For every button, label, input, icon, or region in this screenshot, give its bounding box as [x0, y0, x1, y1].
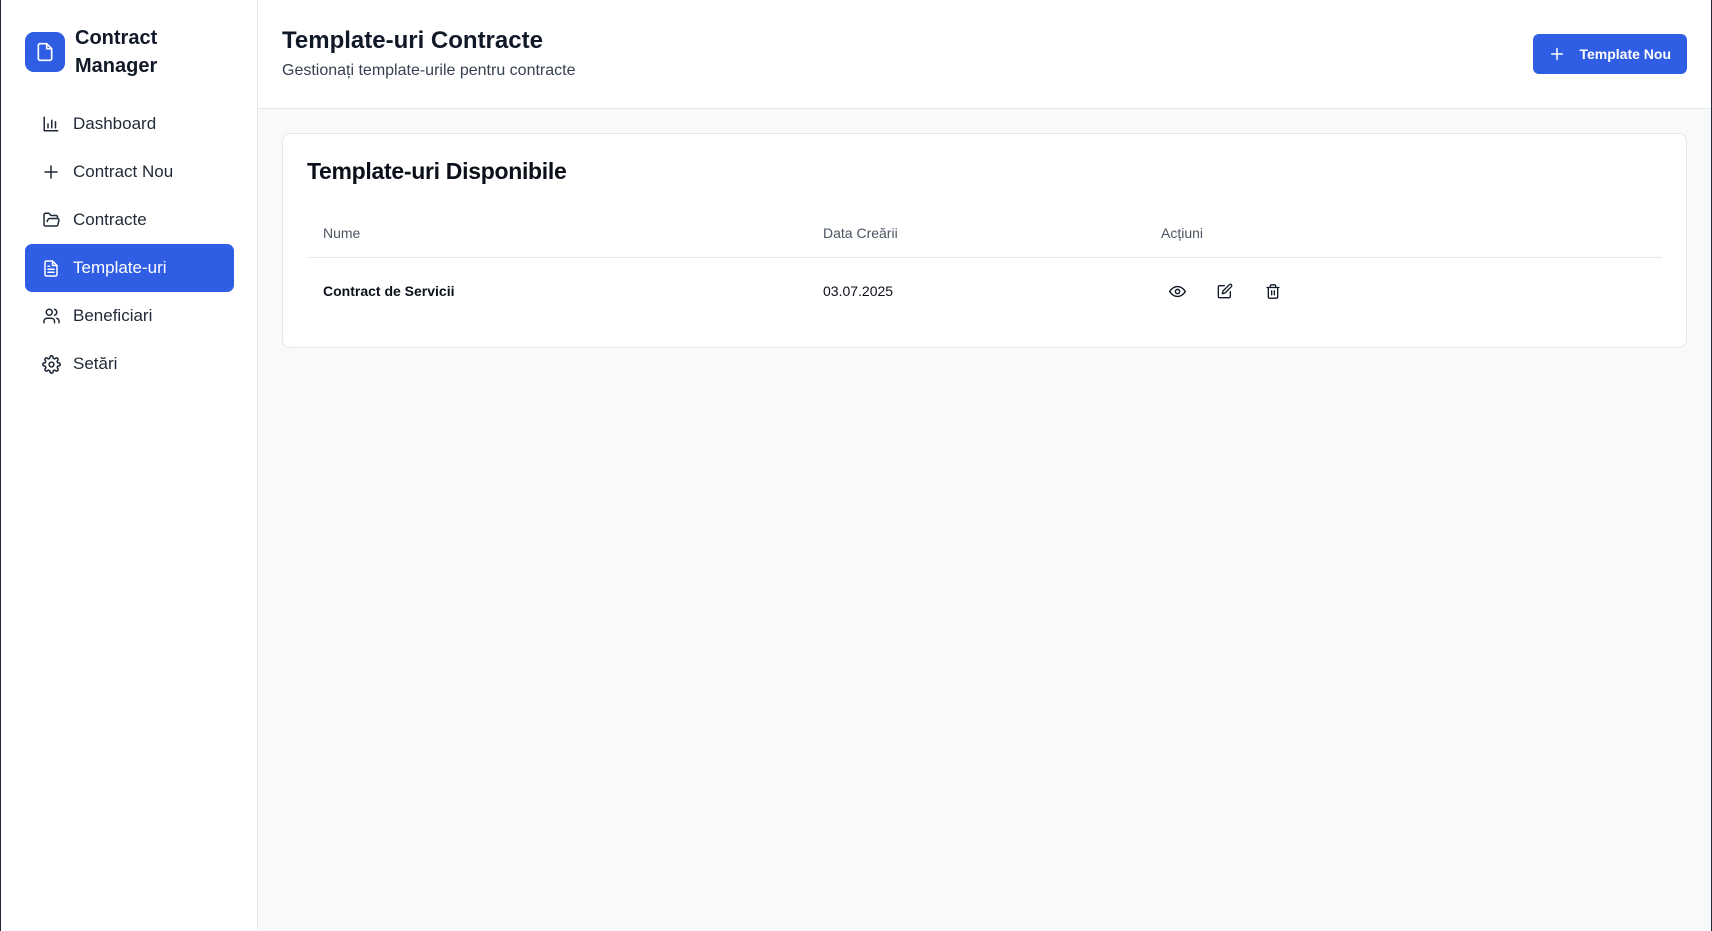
sidebar-item-label: Setări — [73, 354, 118, 373]
templates-card: Template-uri Disponibile Nume Data Creăr… — [282, 133, 1687, 348]
sidebar-item-label: Contract Nou — [73, 162, 174, 181]
sidebar-item-setari[interactable]: Setări — [25, 340, 234, 388]
content: Template-uri Disponibile Nume Data Creăr… — [258, 109, 1711, 372]
eye-icon[interactable] — [1165, 279, 1189, 303]
plus-icon — [1549, 46, 1565, 62]
sidebar-item-contract-nou[interactable]: Contract Nou — [25, 148, 234, 196]
column-header-name: Nume — [307, 209, 807, 258]
main-area: Template-uri Contracte Gestionați templa… — [258, 0, 1711, 931]
sidebar-item-contracte[interactable]: Contracte — [25, 196, 234, 244]
sidebar-item-label: Beneficiari — [73, 306, 153, 325]
page-header: Template-uri Contracte Gestionați templa… — [258, 0, 1711, 109]
sidebar-nav: Dashboard Contract Nou Contracte Templat… — [25, 100, 234, 388]
app-window: Contract Manager Dashboard Contract Nou — [0, 0, 1712, 931]
table-header-row: Nume Data Creării Acțiuni — [307, 209, 1662, 258]
file-icon — [25, 32, 65, 72]
sidebar-item-label: Contracte — [73, 210, 147, 229]
folder-open-icon — [41, 210, 61, 230]
file-text-icon — [41, 258, 61, 278]
gear-icon — [41, 354, 61, 374]
templates-table: Nume Data Creării Acțiuni Contract de Se… — [307, 209, 1662, 325]
plus-icon — [41, 162, 61, 182]
card-title: Template-uri Disponibile — [307, 158, 567, 184]
column-header-actions: Acțiuni — [1145, 209, 1662, 258]
template-date: 03.07.2025 — [823, 283, 894, 300]
column-header-date: Data Creării — [807, 209, 1145, 258]
trash-icon[interactable] — [1261, 279, 1285, 303]
template-name: Contract de Servicii — [323, 283, 455, 300]
sidebar-item-template-uri[interactable]: Template-uri — [25, 244, 234, 292]
brand-name: Contract Manager — [75, 24, 157, 80]
brand: Contract Manager — [25, 24, 257, 80]
edit-icon[interactable] — [1213, 279, 1237, 303]
page-title: Template-uri Contracte — [282, 27, 543, 54]
table-row: Contract de Servicii 03.07.2025 — [307, 257, 1662, 325]
template-actions — [1145, 257, 1662, 325]
brand-line-1: Contract — [75, 27, 158, 49]
sidebar-item-beneficiari[interactable]: Beneficiari — [25, 292, 234, 340]
new-template-button-label: Template Nou — [1579, 46, 1671, 62]
users-icon — [41, 306, 61, 326]
page-subtitle: Gestionați template-urile pentru contrac… — [282, 62, 576, 79]
new-template-button[interactable]: Template Nou — [1533, 34, 1687, 74]
brand-line-2: Manager — [75, 55, 158, 77]
sidebar-item-label: Template-uri — [73, 258, 167, 277]
bar-chart-icon — [41, 114, 61, 134]
sidebar-item-dashboard[interactable]: Dashboard — [25, 100, 234, 148]
sidebar: Contract Manager Dashboard Contract Nou — [1, 0, 258, 931]
sidebar-item-label: Dashboard — [73, 114, 157, 133]
